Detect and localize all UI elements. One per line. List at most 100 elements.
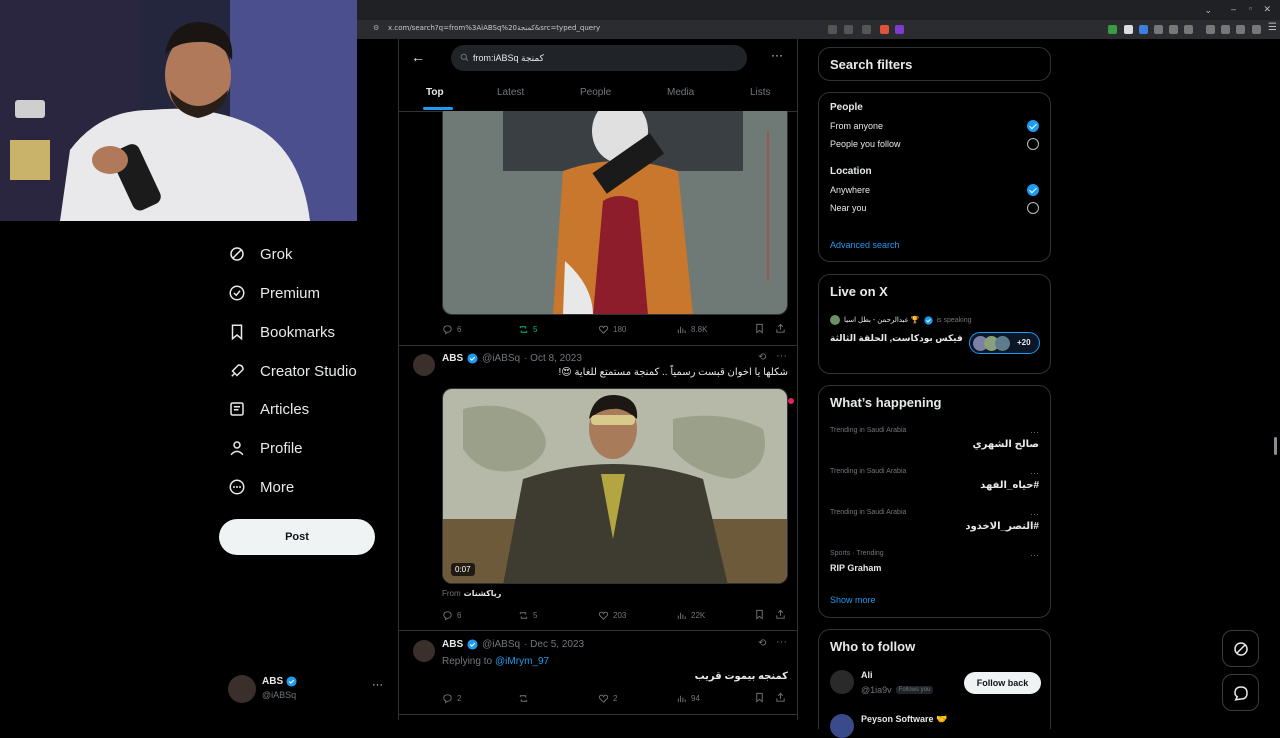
grok-explain-icon[interactable]: ⟲ xyxy=(758,638,766,649)
tweet-author-handle[interactable]: @iABSq xyxy=(482,639,520,650)
extension-icon[interactable] xyxy=(1169,25,1178,34)
tweet-more-icon[interactable]: ··· xyxy=(776,350,787,362)
back-arrow-icon[interactable]: ← xyxy=(411,49,425,65)
tab-top[interactable]: Top xyxy=(426,87,444,98)
grok-fab-button[interactable] xyxy=(1222,630,1259,667)
space-title[interactable]: فيكس بودكاست, الحلقة الثالثة xyxy=(830,333,963,344)
near-you-label[interactable]: Near you xyxy=(830,203,867,213)
extension-icon[interactable] xyxy=(1184,25,1193,34)
trend-topic[interactable]: RIP Graham xyxy=(830,563,881,573)
share-icon[interactable] xyxy=(775,692,786,705)
url-text[interactable]: x.com/search?q=from%3AiABSq%20كمنجة&src=… xyxy=(388,24,600,32)
repost-button[interactable] xyxy=(518,693,533,704)
search-more-icon[interactable]: ··· xyxy=(771,48,783,62)
tab-lists[interactable]: Lists xyxy=(750,87,771,98)
reply-button[interactable]: 6 xyxy=(442,324,461,335)
from-anyone-label[interactable]: From anyone xyxy=(830,121,883,131)
avatar[interactable] xyxy=(413,354,435,376)
grok-explain-icon[interactable]: ⟲ xyxy=(758,352,766,363)
replying-handle[interactable]: @iMrym_97 xyxy=(495,656,549,667)
near-you-radio[interactable] xyxy=(1027,202,1039,214)
extension-icon[interactable] xyxy=(1124,25,1133,34)
maximize-icon[interactable]: ▫ xyxy=(1249,4,1252,13)
download-icon[interactable] xyxy=(1252,25,1261,34)
wallet-icon[interactable] xyxy=(1221,25,1230,34)
trend-topic[interactable]: #النصر_الاخدود xyxy=(965,521,1039,532)
tab-people[interactable]: People xyxy=(580,87,611,98)
tab-media[interactable]: Media xyxy=(667,87,694,98)
suggested-user-name[interactable]: Ali xyxy=(861,670,873,680)
tweet-date[interactable]: · Dec 5, 2023 xyxy=(524,639,584,650)
tweet-author-name[interactable]: ABS xyxy=(442,639,463,650)
bookmark-icon[interactable] xyxy=(754,692,765,705)
views-button[interactable]: 8.8K xyxy=(676,324,707,335)
extension-icon[interactable] xyxy=(1154,25,1163,34)
reply-button[interactable]: 2 xyxy=(442,693,461,704)
extension-icon[interactable] xyxy=(1139,25,1148,34)
nav-profile[interactable]: Profile xyxy=(228,435,303,461)
anywhere-label[interactable]: Anywhere xyxy=(830,185,870,195)
tweet-date[interactable]: · Oct 8, 2023 xyxy=(524,353,582,364)
trend-more-icon[interactable]: ··· xyxy=(1030,509,1039,519)
nav-premium[interactable]: Premium xyxy=(228,280,320,306)
vpn-icon[interactable] xyxy=(1236,25,1245,34)
messages-fab-button[interactable] xyxy=(1222,674,1259,711)
trend-topic[interactable]: #حياه_الفهد xyxy=(980,480,1039,491)
brave-shield-icon[interactable] xyxy=(880,25,889,34)
people-you-follow-label[interactable]: People you follow xyxy=(830,139,901,149)
views-button[interactable]: 94 xyxy=(676,693,700,704)
share-icon[interactable] xyxy=(775,323,786,336)
repost-button[interactable]: 5 xyxy=(518,324,537,335)
minimize-icon[interactable]: – xyxy=(1231,4,1236,14)
zoom-icon[interactable] xyxy=(844,25,853,34)
bookmark-icon[interactable] xyxy=(754,609,765,622)
avatar[interactable] xyxy=(830,670,854,694)
chevron-down-icon[interactable]: ⌄ xyxy=(1204,5,1212,16)
tweet-author-handle[interactable]: @iABSq xyxy=(482,353,520,364)
browser-menu-icon[interactable]: ☰ xyxy=(1268,22,1277,33)
share-icon[interactable] xyxy=(775,609,786,622)
tweet-image[interactable] xyxy=(442,111,788,315)
trend-more-icon[interactable]: ··· xyxy=(1030,468,1039,478)
reply-button[interactable]: 6 xyxy=(442,610,461,621)
avatar[interactable] xyxy=(830,714,854,738)
anywhere-radio[interactable] xyxy=(1027,184,1039,196)
trend-more-icon[interactable]: ··· xyxy=(1030,427,1039,437)
cast-icon[interactable] xyxy=(828,25,837,34)
source-name[interactable]: رياكشنات xyxy=(464,589,502,598)
search-input[interactable]: from:iABSq كمنجة xyxy=(451,45,747,71)
nav-grok[interactable]: Grok xyxy=(228,241,293,267)
tweet-author-name[interactable]: ABS xyxy=(442,353,463,364)
share-icon[interactable] xyxy=(862,25,871,34)
nav-more[interactable]: More xyxy=(228,474,294,500)
sidebar-icon[interactable] xyxy=(1206,25,1215,34)
avatar[interactable] xyxy=(413,640,435,662)
bookmark-icon[interactable] xyxy=(754,323,765,336)
people-you-follow-radio[interactable] xyxy=(1027,138,1039,150)
post-button[interactable]: Post xyxy=(219,519,375,555)
tweet-more-icon[interactable]: ··· xyxy=(776,636,787,648)
page-scrollbar[interactable] xyxy=(1274,437,1277,455)
tab-latest[interactable]: Latest xyxy=(497,87,524,98)
nav-creator-studio[interactable]: Creator Studio xyxy=(228,358,357,384)
close-window-icon[interactable]: ✕ xyxy=(1263,4,1271,15)
nav-articles[interactable]: Articles xyxy=(228,396,309,422)
rewards-icon[interactable] xyxy=(895,25,904,34)
views-button[interactable]: 22K xyxy=(676,610,705,621)
account-menu-icon[interactable]: ··· xyxy=(372,679,383,691)
advanced-search-link[interactable]: Advanced search xyxy=(830,240,900,250)
like-button[interactable]: 180 xyxy=(598,324,626,335)
tweet-video[interactable]: 0:07 xyxy=(442,388,788,584)
nav-bookmarks[interactable]: Bookmarks xyxy=(228,319,335,345)
from-anyone-radio[interactable] xyxy=(1027,120,1039,132)
trend-more-icon[interactable]: ··· xyxy=(1030,550,1039,560)
site-settings-icon[interactable]: ⚙ xyxy=(373,24,379,32)
follow-back-button[interactable]: Follow back xyxy=(964,672,1041,694)
show-more-link[interactable]: Show more xyxy=(830,595,876,605)
trend-topic[interactable]: صالح الشهري xyxy=(972,439,1039,450)
extension-icon[interactable] xyxy=(1108,25,1117,34)
repost-button[interactable]: 5 xyxy=(518,610,537,621)
space-listeners-pill[interactable]: +20 xyxy=(969,332,1040,354)
like-button[interactable]: 2 xyxy=(598,693,617,704)
account-switcher[interactable]: ABS @iABSq ··· xyxy=(228,673,388,705)
